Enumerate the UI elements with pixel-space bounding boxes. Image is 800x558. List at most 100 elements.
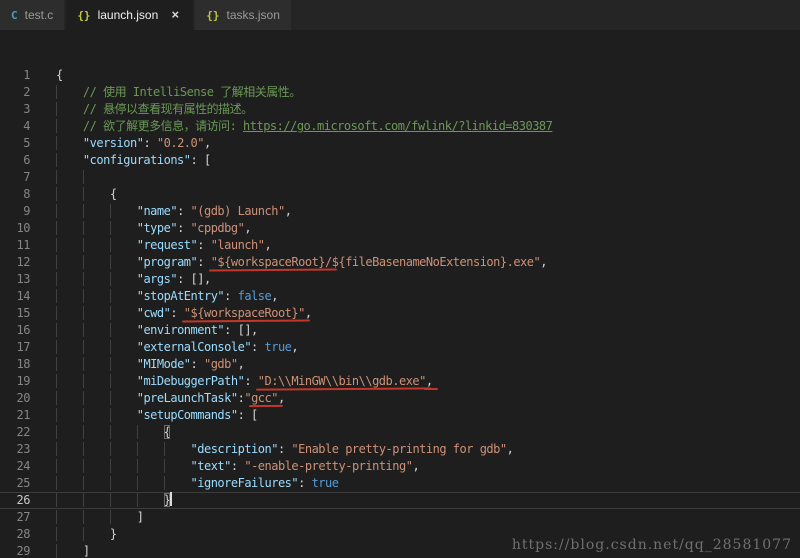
line-number[interactable]: 4 (0, 118, 30, 135)
code-line[interactable]: 13 "args": [], (0, 271, 800, 288)
indent-guide (109, 493, 137, 507)
line-number[interactable]: 7 (0, 169, 30, 186)
code-line[interactable]: 12 "program": "${workspaceRoot}/${fileBa… (0, 254, 800, 271)
indent-guide (109, 255, 137, 269)
line-number[interactable]: 14 (0, 288, 31, 305)
code-token: "Enable pretty-printing for gdb" (291, 442, 507, 456)
line-number[interactable]: 15 (0, 305, 31, 322)
line-content: { (56, 186, 117, 203)
line-number[interactable]: 23 (0, 441, 31, 458)
line-number[interactable]: 21 (0, 407, 31, 424)
code-line[interactable]: 6 "configurations": [ (0, 152, 800, 169)
line-number[interactable]: 26 (0, 492, 31, 509)
code-line[interactable]: 20 "preLaunchTask":"gcc", (0, 390, 800, 407)
line-number[interactable]: 24 (0, 458, 31, 475)
indent-guide (109, 204, 137, 218)
code-token: : [ (237, 408, 259, 422)
line-number[interactable]: 16 (0, 322, 31, 339)
line-number[interactable]: 1 (0, 67, 30, 84)
tab-label: test.c (24, 8, 54, 22)
line-content: "stopAtEntry": false, (56, 288, 278, 305)
code-token: , (425, 374, 433, 388)
tab-launch-json[interactable]: {} launch.json × (66, 0, 194, 30)
code-line[interactable]: 3 // 悬停以查看现有属性的描述。 (0, 101, 800, 118)
code-line[interactable]: 10 "type": "cppdbg", (0, 220, 800, 237)
line-number[interactable]: 17 (0, 339, 31, 356)
indent-guide (109, 374, 137, 388)
line-number[interactable]: 25 (0, 475, 31, 492)
code-line[interactable]: 16 "environment": [], (0, 322, 800, 339)
code-token: { (109, 187, 117, 201)
code-line[interactable]: 5 "version": "0.2.0", (0, 135, 800, 152)
line-number[interactable]: 22 (0, 424, 31, 441)
code-token: : [], (224, 323, 258, 337)
indent-guide (56, 442, 83, 456)
line-content: ] (56, 509, 144, 526)
code-line[interactable]: 15 "cwd": "${workspaceRoot}", (0, 305, 800, 322)
line-number[interactable]: 29 (0, 543, 31, 558)
line-number[interactable]: 13 (0, 271, 31, 288)
code-token: , (284, 204, 292, 218)
line-number[interactable]: 12 (0, 254, 31, 271)
indent-guide (109, 459, 137, 473)
code-line[interactable]: 14 "stopAtEntry": false, (0, 288, 800, 305)
tab-tasks-json[interactable]: {} tasks.json (195, 0, 291, 30)
code-line[interactable]: 9 "name": "(gdb) Launch", (0, 203, 800, 220)
indent-guide (82, 204, 110, 218)
line-number[interactable]: 3 (0, 101, 30, 118)
code-line[interactable]: 2 // 使用 IntelliSense 了解相关属性。 (0, 84, 800, 101)
code-line[interactable]: 17 "externalConsole": true, (0, 339, 800, 356)
indent-guide (56, 544, 83, 558)
line-content: { (56, 67, 63, 84)
line-number[interactable]: 20 (0, 390, 31, 407)
line-number[interactable]: 27 (0, 509, 31, 526)
code-token: "externalConsole" (136, 340, 252, 354)
code-token: , (540, 255, 547, 269)
close-tab-icon[interactable]: × (168, 7, 182, 23)
line-number[interactable]: 18 (0, 356, 31, 373)
code-token: "name" (136, 204, 178, 218)
code-line[interactable]: 24 "text": "-enable-pretty-printing", (0, 458, 800, 475)
indent-guide (82, 527, 110, 541)
code-token: "version" (82, 136, 144, 150)
code-line[interactable]: 18 "MIMode": "gdb", (0, 356, 800, 373)
line-number[interactable]: 11 (0, 237, 31, 254)
code-editor[interactable]: 1{2 // 使用 IntelliSense 了解相关属性。 3 // 悬停以查看… (0, 30, 800, 558)
code-line[interactable]: 27 ] (0, 509, 800, 526)
code-token: "description" (190, 442, 279, 456)
code-line[interactable]: 25 "ignoreFailures": true (0, 475, 800, 492)
link-url[interactable]: https://go.microsoft.com/fwlink/?linkid=… (243, 119, 553, 133)
code-token: : (190, 357, 204, 371)
line-number[interactable]: 6 (0, 152, 30, 169)
code-line[interactable]: 21 "setupCommands": [ (0, 407, 800, 424)
tab-test-c[interactable]: C test.c (0, 0, 65, 30)
code-line[interactable]: 22 { (0, 424, 800, 441)
line-number[interactable]: 19 (0, 373, 31, 390)
code-line[interactable]: 23 "description": "Enable pretty-printin… (0, 441, 800, 458)
indent-guide (109, 425, 137, 439)
code-line[interactable]: 11 "request": "launch", (0, 237, 800, 254)
code-token: "0.2.0" (156, 136, 205, 150)
line-content: "configurations": [ (56, 152, 211, 169)
line-number[interactable]: 28 (0, 526, 31, 543)
indent-guide (109, 323, 137, 337)
code-line[interactable]: 26 } (0, 492, 800, 509)
code-line[interactable]: 19 "miDebuggerPath": "D:\\MinGW\\bin\\gd… (0, 373, 800, 390)
code-line[interactable]: 4 // 欲了解更多信息，请访问: https://go.microsoft.c… (0, 118, 800, 135)
line-number[interactable]: 5 (0, 135, 30, 152)
indent-guide (56, 374, 83, 388)
code-line[interactable]: 8 { (0, 186, 800, 203)
indent-guide (82, 510, 110, 524)
line-number[interactable]: 8 (0, 186, 30, 203)
line-number[interactable]: 9 (0, 203, 30, 220)
code-token: "ignoreFailures" (190, 476, 299, 490)
code-line[interactable]: 1{ (0, 67, 800, 84)
code-token: : (244, 374, 258, 388)
line-number[interactable]: 10 (0, 220, 31, 237)
indent-guide (109, 238, 137, 252)
code-line[interactable]: 7 (0, 169, 800, 186)
indent-guide (82, 289, 110, 303)
code-token: "environment" (136, 323, 225, 337)
line-content: } (56, 526, 117, 543)
line-number[interactable]: 2 (0, 84, 30, 101)
